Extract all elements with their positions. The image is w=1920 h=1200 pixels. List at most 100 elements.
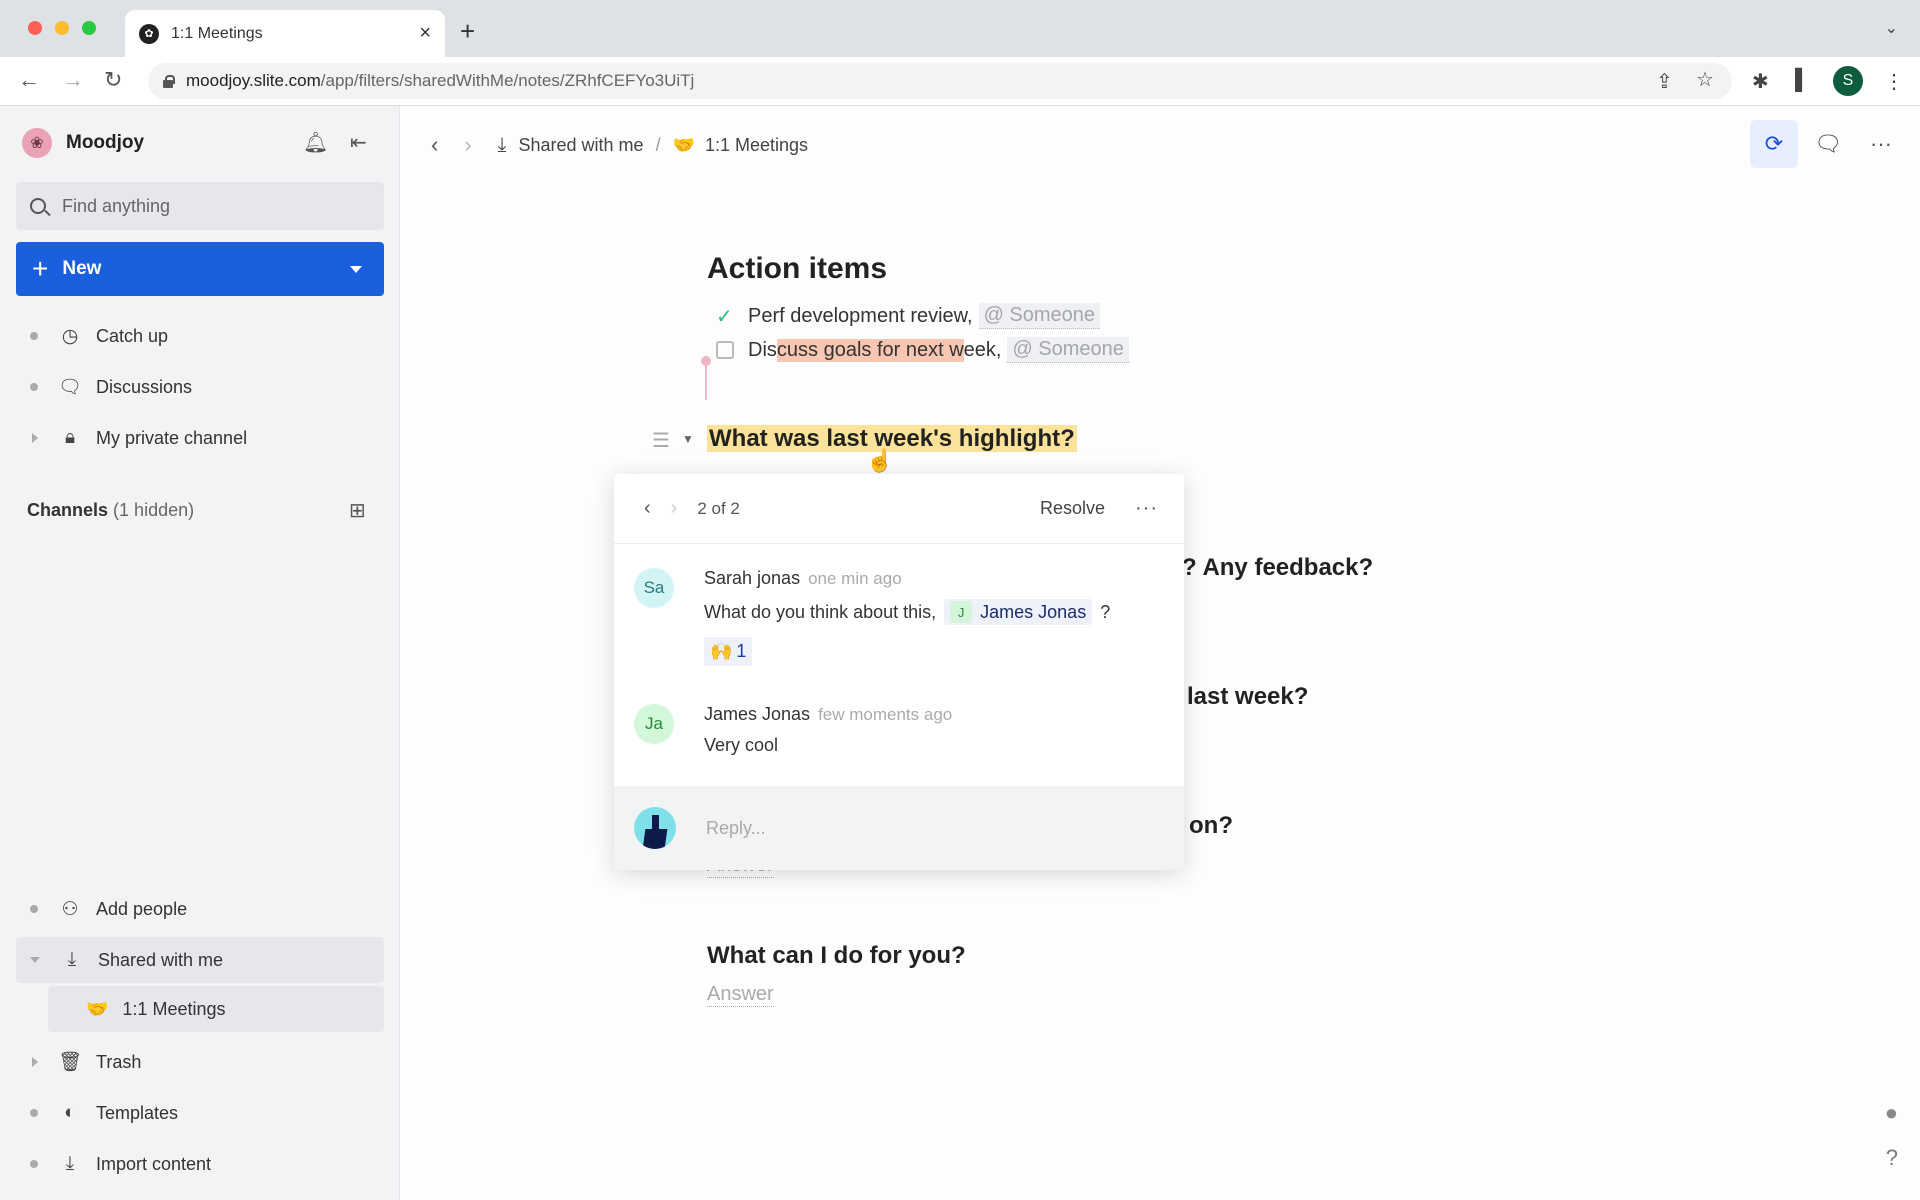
resolve-button[interactable]: Resolve [1040, 498, 1105, 519]
sidebar-item-label: Discussions [96, 376, 193, 397]
collaborator-cursor [701, 356, 711, 400]
breadcrumb-separator: / [655, 134, 661, 155]
sidebar-item-my-private-channel[interactable]: 🔒︎ My private channel [16, 415, 384, 461]
browser-menu-icon[interactable]: ⋮ [1884, 69, 1904, 94]
share-icon[interactable]: ⇪ [1656, 69, 1673, 94]
task-checkbox[interactable] [716, 341, 734, 359]
browser-toolbar: ← → ↻ moodjoy.slite.com /app/filters/sha… [0, 57, 1920, 106]
question-heading: on? [1189, 812, 1233, 839]
help-icon[interactable]: ? [1886, 1145, 1898, 1171]
sidebar-item-templates[interactable]: ◐ Templates [16, 1090, 384, 1136]
channels-heading[interactable]: Channels (1 hidden) [27, 500, 194, 521]
collapse-caret-icon[interactable] [30, 957, 40, 963]
task-text: Perf development review, [748, 304, 973, 327]
search-input[interactable]: Find anything [16, 182, 384, 230]
question-heading: ? Any feedback? [1182, 554, 1374, 581]
mention-someone[interactable]: @ Someone [1007, 337, 1129, 363]
question-heading: last week? [1187, 683, 1309, 710]
channels-hidden-count: (1 hidden) [113, 500, 195, 520]
address-bar[interactable]: moodjoy.slite.com /app/filters/sharedWit… [148, 63, 1732, 99]
sidebar-item-shared-with-me[interactable]: ⤓ Shared with me [16, 937, 384, 983]
sidebar-item-label: Trash [96, 1051, 142, 1072]
templates-icon: ◐ [64, 1102, 76, 1123]
user-mention[interactable]: J James Jonas [944, 599, 1093, 625]
comment-thread-popup: ‹ › 2 of 2 Resolve ··· Sa Sarah jonas one… [614, 474, 1184, 870]
avatar[interactable]: Sa [634, 568, 674, 608]
new-tab-button[interactable]: + [460, 16, 475, 47]
task-item: Dis cuss goals for next w eek, @ Someone [716, 337, 1129, 363]
checkmark-icon[interactable]: ✓ [716, 304, 734, 329]
sidebar-item-label: Shared with me [98, 949, 224, 970]
maximize-window-button[interactable] [82, 21, 96, 35]
collapse-sidebar-icon[interactable]: ⇤ [350, 130, 367, 155]
reaction-badge[interactable]: 🙌 1 [704, 637, 753, 666]
workspace-logo-icon: ❀ [22, 128, 52, 158]
sidebar-item-1-1-meetings[interactable]: 🤝 1:1 Meetings [48, 986, 384, 1032]
mention-someone[interactable]: @ Someone [978, 303, 1101, 329]
new-button[interactable]: + New [16, 242, 384, 296]
bullet-icon [30, 383, 38, 391]
breadcrumb-1-1-meetings[interactable]: 1:1 Meetings [705, 135, 808, 156]
commented-highlight[interactable]: cuss goals for next w [776, 338, 964, 362]
trash-icon: 🗑︎ [58, 1052, 83, 1073]
history-button[interactable]: ⟳ [1750, 120, 1798, 168]
notifications-bell-icon[interactable]: 🔔︎ [303, 130, 328, 155]
new-button-label: New [62, 258, 102, 279]
sidebar-item-trash[interactable]: 🗑︎ Trash [16, 1039, 384, 1085]
sidebar-item-import-content[interactable]: ⤓ Import content [16, 1141, 384, 1187]
comment-bubble-icon: 🗨︎ [1814, 131, 1842, 156]
channels-label: Channels [27, 500, 109, 520]
new-dropdown-caret-icon[interactable] [350, 265, 362, 273]
answer-placeholder[interactable]: Answer [707, 983, 774, 1007]
breadcrumb-shared-with-me[interactable]: Shared with me [519, 135, 644, 156]
sidebar-item-label: Import content [96, 1153, 212, 1174]
bullet-icon [30, 332, 38, 340]
workspace-switcher[interactable]: ❀ Moodjoy [22, 128, 144, 158]
sidebar-item-discussions[interactable]: 🗨︎ Discussions [16, 364, 384, 410]
search-placeholder: Find anything [62, 195, 171, 216]
bullet-icon [30, 1109, 38, 1117]
more-options-button[interactable]: ··· [1857, 120, 1905, 168]
minimize-window-button[interactable] [55, 21, 69, 35]
reply-input[interactable]: Reply... [614, 786, 1184, 870]
comment-thread-header: ‹ › 2 of 2 Resolve ··· [614, 474, 1184, 544]
sidebar-item-label: Add people [96, 898, 188, 919]
tab-search-chevron-icon[interactable]: ⌄ [1885, 18, 1898, 38]
profile-avatar[interactable]: S [1833, 66, 1863, 96]
inbox-download-icon: ⤓ [67, 949, 77, 970]
previous-thread-icon[interactable]: ‹ [644, 497, 651, 520]
reload-icon[interactable]: ↻ [104, 67, 122, 93]
bullet-icon [30, 905, 38, 913]
sidebar-item-catch-up[interactable]: ◷ Catch up [16, 313, 384, 359]
history-clock-icon: ⟳ [1764, 131, 1784, 156]
comment: Sa Sarah jonas one min ago What do you th… [634, 568, 1110, 666]
avatar[interactable]: Ja [634, 704, 674, 744]
reaction-count: 1 [736, 641, 747, 661]
browser-tab[interactable]: ✿ 1:1 Meetings × [125, 10, 445, 57]
next-thread-icon[interactable]: › [671, 497, 678, 520]
forward-icon[interactable]: → [62, 67, 84, 93]
history-back-icon[interactable]: ‹ [431, 132, 438, 158]
bookmark-star-icon[interactable]: ☆ [1696, 67, 1714, 92]
expand-caret-icon[interactable] [32, 1057, 38, 1067]
expand-caret-icon[interactable] [32, 433, 38, 443]
thread-more-icon[interactable]: ··· [1135, 497, 1158, 520]
close-tab-icon[interactable]: × [419, 22, 431, 45]
sidebar-item-add-people[interactable]: ⚇ Add people [16, 886, 384, 932]
sidebar-item-label: 1:1 Meetings [122, 998, 226, 1019]
task-item: ✓ Perf development review, @ Someone [716, 303, 1101, 329]
drag-handle-icon[interactable]: ☰ [652, 428, 670, 453]
lock-icon: 🔒︎ [64, 427, 76, 448]
add-channel-icon[interactable]: ⊞ [349, 498, 366, 523]
comment-timestamp: few moments ago [818, 705, 953, 724]
history-forward-icon[interactable]: › [464, 132, 471, 158]
collapse-block-caret-icon[interactable]: ▼ [682, 432, 694, 446]
back-icon[interactable]: ← [18, 67, 40, 93]
presence-toggle-icon[interactable]: ● [1885, 1100, 1898, 1126]
side-panel-icon[interactable]: ▌ [1795, 69, 1809, 92]
url-host: moodjoy.slite.com [186, 71, 321, 90]
close-window-button[interactable] [28, 21, 42, 35]
extensions-icon[interactable]: ✱ [1752, 69, 1769, 94]
comments-button[interactable]: 🗨︎ [1804, 120, 1852, 168]
raised-hands-emoji-icon: 🙌 [710, 641, 733, 661]
